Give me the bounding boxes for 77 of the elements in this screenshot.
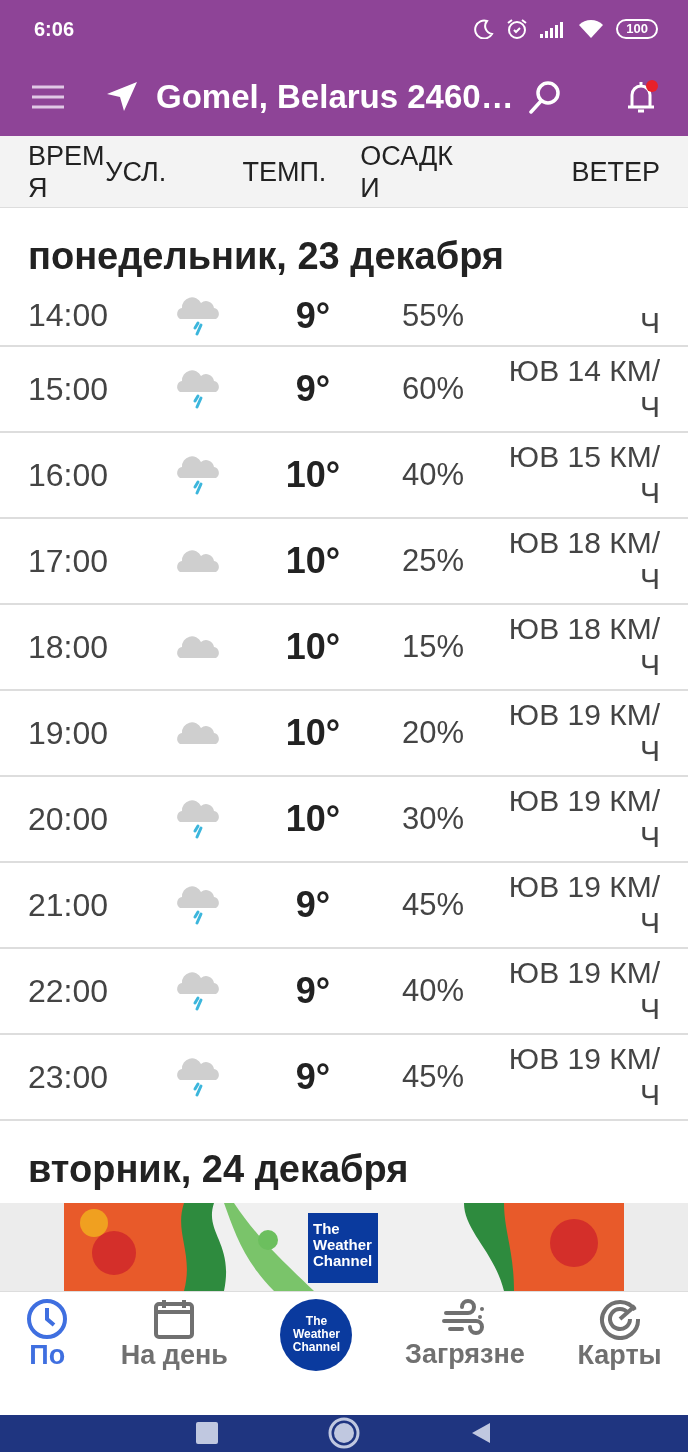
precipitation-cell-text: 40% xyxy=(400,973,465,1009)
radar-icon xyxy=(598,1298,641,1340)
back-icon[interactable] xyxy=(470,1422,492,1445)
temperature-cell-text: 9° xyxy=(294,1056,332,1098)
time-cell-text: 23:00 xyxy=(28,1058,110,1096)
day-heading: вторник, 24 декабря xyxy=(27,1147,410,1192)
location-arrow-icon xyxy=(106,81,138,113)
wind-cell-text: ЮВ 18 КМ/Ч xyxy=(507,611,660,683)
temperature-cell-text: 9° xyxy=(294,970,332,1012)
precipitation-cell-text: 20% xyxy=(400,715,465,751)
home-icon[interactable] xyxy=(328,1417,360,1450)
time-cell-text: 14:00 xyxy=(28,297,110,334)
nav-tab[interactable]: Загрязне xyxy=(405,1299,525,1370)
time-cell-text: 18:00 xyxy=(28,628,110,666)
rain-cloud-icon xyxy=(174,368,222,410)
wind-cell-text: ЮВ 19 КМ/Ч xyxy=(507,1041,660,1113)
rain-cloud-icon xyxy=(174,454,222,496)
temperature-cell-text: 10° xyxy=(284,454,342,496)
rain-cloud-icon xyxy=(174,1056,222,1098)
precipitation-cell-text: 25% xyxy=(400,543,465,579)
wind-cell-text: ЮВ 19 КМ/Ч xyxy=(507,697,660,769)
time-cell-text: 17:00 xyxy=(28,542,110,580)
time-cell-text: 21:00 xyxy=(28,886,110,924)
time-cell-text: 15:00 xyxy=(28,370,110,408)
wifi-icon xyxy=(578,19,605,39)
cloud-icon xyxy=(174,720,222,746)
recents-icon[interactable] xyxy=(196,1422,218,1445)
precipitation-cell-text: 40% xyxy=(400,457,465,493)
time-cell-text: 22:00 xyxy=(28,972,110,1010)
wind-cell-text: ЮВ 15 КМ/Ч xyxy=(507,439,660,511)
column-header: ОСАДКИ xyxy=(360,139,455,204)
alarm-icon xyxy=(506,18,529,40)
wind-cell-text: ЮВ 18 КМ/Ч xyxy=(507,525,660,597)
temperature-cell-text: 10° xyxy=(284,626,342,668)
day-heading: понедельник, 23 декабря xyxy=(27,234,506,279)
wind-cell-text: ЮВ 19 КМ/Ч xyxy=(507,869,660,941)
rain-cloud-icon xyxy=(174,294,222,337)
ad-logo[interactable]: The Weather Channel xyxy=(308,1213,378,1283)
wind-cell-text: ЮВ 14 КМ/Ч xyxy=(507,353,660,425)
wind-cell-text: ЮВ 19 КМ/Ч xyxy=(507,783,660,855)
column-header: ВРЕМЯ xyxy=(28,139,106,204)
menu-icon[interactable] xyxy=(30,84,66,110)
precipitation-cell-text: 60% xyxy=(400,371,465,407)
precipitation-cell-text: 55% xyxy=(400,297,465,334)
nav-tab[interactable]: По xyxy=(26,1298,69,1371)
precipitation-cell-text: 30% xyxy=(400,801,465,837)
nav-tab[interactable]: Карты xyxy=(577,1298,662,1371)
battery-icon: 100 xyxy=(616,19,658,39)
search-icon[interactable] xyxy=(528,80,562,114)
wind-cell-text: Ч xyxy=(639,305,660,341)
moon-icon xyxy=(474,19,495,39)
cloud-icon xyxy=(174,548,222,574)
rain-cloud-icon xyxy=(174,798,222,840)
calendar-icon xyxy=(153,1298,196,1340)
wind-cell-text: ЮВ 19 КМ/Ч xyxy=(507,955,660,1027)
temperature-cell-text: 10° xyxy=(284,712,342,754)
cloud-icon xyxy=(174,634,222,660)
rain-cloud-icon xyxy=(174,884,222,926)
precipitation-cell-text: 45% xyxy=(400,1059,465,1095)
clock-icon xyxy=(26,1298,69,1340)
temperature-cell-text: 9° xyxy=(294,884,332,926)
temperature-cell-text: 10° xyxy=(284,540,342,582)
time-cell-text: 19:00 xyxy=(28,714,110,752)
column-header: ВЕТЕР xyxy=(570,155,660,188)
precipitation-cell-text: 45% xyxy=(400,887,465,923)
time-cell-text: 16:00 xyxy=(28,456,110,494)
column-header: УСЛ. xyxy=(105,155,168,188)
status-time: 6:06 xyxy=(34,17,76,41)
time-cell-text: 20:00 xyxy=(28,800,110,838)
temperature-cell-text: 10° xyxy=(284,798,342,840)
rain-cloud-icon xyxy=(174,970,222,1012)
column-header: ТЕМП. xyxy=(242,155,328,188)
temperature-cell-text: 9° xyxy=(294,368,332,410)
temperature-cell-text: 9° xyxy=(294,294,332,337)
weather-channel-logo[interactable]: The Weather Channel xyxy=(280,1298,353,1371)
precipitation-cell-text: 15% xyxy=(400,629,465,665)
nav-tab[interactable]: На день xyxy=(120,1298,228,1371)
